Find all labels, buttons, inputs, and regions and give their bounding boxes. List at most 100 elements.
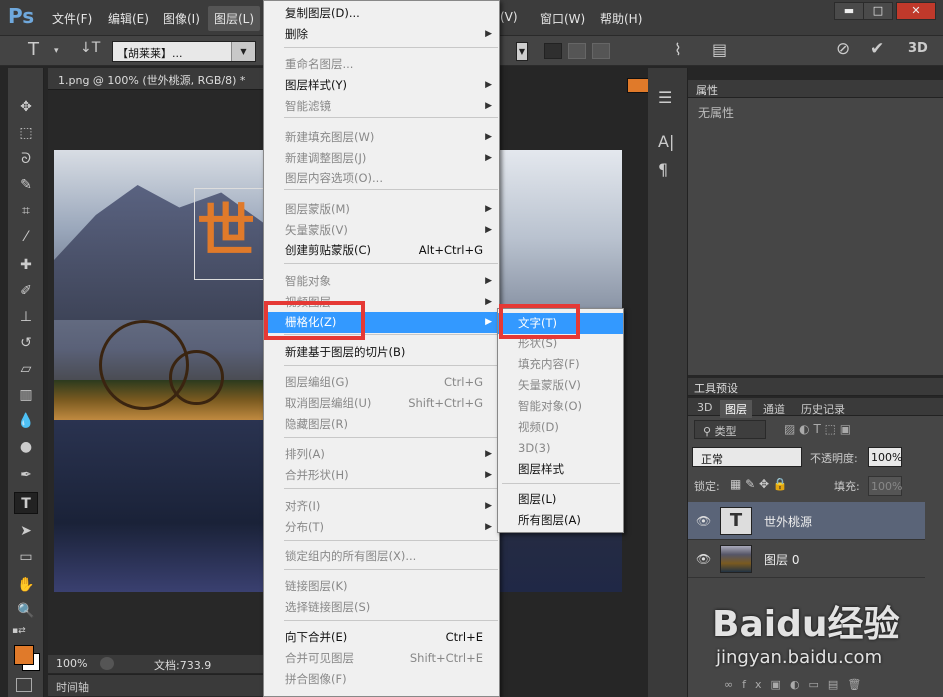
rectangle-tool-icon[interactable]: ▭ bbox=[14, 546, 38, 568]
share-icon[interactable] bbox=[100, 657, 114, 670]
marquee-tool-icon[interactable]: ⬚ bbox=[14, 122, 38, 144]
fill-field[interactable]: 100% bbox=[868, 476, 902, 496]
layer-menu-item[interactable]: 删除 ▶ bbox=[264, 24, 499, 45]
horizontal-type-tool-icon[interactable]: T bbox=[14, 492, 38, 514]
layer-row-text[interactable]: 👁 T 世外桃源 bbox=[688, 502, 925, 540]
panel-dock-strip: ☰ A| ¶ bbox=[648, 68, 688, 697]
dodge-tool-icon[interactable]: ● bbox=[14, 436, 38, 458]
menu-help[interactable]: 帮助(H) bbox=[600, 10, 642, 27]
tab-channels[interactable]: 通道 bbox=[758, 400, 790, 418]
crop-tool-icon[interactable]: ⌗ bbox=[14, 200, 38, 222]
type-tool-icon[interactable]: T bbox=[28, 39, 39, 60]
font-family-select[interactable]: 【胡莱莱】... ▼ bbox=[112, 41, 256, 62]
path-selection-icon[interactable]: ➤ bbox=[14, 520, 38, 542]
blend-mode-select[interactable]: 正常 bbox=[692, 447, 802, 467]
default-colors-icon[interactable]: ▪⇄ bbox=[12, 626, 26, 636]
highlight-text bbox=[499, 304, 580, 339]
layer-footer-icons[interactable]: ∞fx▣◐▭▤🗑 bbox=[724, 678, 870, 691]
filter-icons[interactable]: ▨ ◐ T ⬚ ▣ bbox=[784, 422, 851, 436]
quick-mask-icon[interactable] bbox=[16, 678, 32, 692]
gradient-tool-icon[interactable]: ▥ bbox=[14, 384, 38, 406]
foreground-color-swatch[interactable] bbox=[14, 645, 34, 665]
menu-item-label: 删除 bbox=[285, 27, 308, 41]
layer-menu-item: 图层内容选项(O)... bbox=[264, 168, 499, 189]
tab-layers[interactable]: 图层 bbox=[720, 400, 752, 418]
document-tab[interactable]: 1.png @ 100% (世外桃源, RGB/8) * bbox=[48, 68, 263, 90]
history-brush-icon[interactable]: ↺ bbox=[14, 332, 38, 354]
submenu-arrow-icon: ▶ bbox=[485, 29, 492, 39]
layer-menu-item[interactable]: 向下合并(E) Ctrl+E bbox=[264, 627, 499, 648]
menu-file[interactable]: 文件(F) bbox=[52, 10, 92, 27]
zoom-tool-icon[interactable]: 🔍 bbox=[14, 600, 38, 622]
lasso-tool-icon[interactable]: ᘐ bbox=[14, 148, 38, 170]
align-right-button[interactable] bbox=[592, 43, 610, 59]
maximize-button[interactable]: □ bbox=[863, 2, 893, 20]
zoom-level[interactable]: 100% bbox=[56, 657, 87, 670]
align-center-button[interactable] bbox=[568, 43, 586, 59]
opacity-label: 不透明度: bbox=[810, 452, 858, 465]
lock-icons[interactable]: ▦ ✎ ✥ 🔒 bbox=[730, 477, 788, 491]
minimize-button[interactable]: ▬ bbox=[834, 2, 864, 20]
menu-separator bbox=[284, 569, 498, 570]
align-left-button[interactable] bbox=[544, 43, 562, 59]
preset-dropdown-icon[interactable]: ▾ bbox=[54, 46, 59, 56]
highlight-rasterize bbox=[264, 301, 365, 340]
pen-tool-icon[interactable]: ✒ bbox=[14, 464, 38, 486]
healing-brush-icon[interactable]: ✚ bbox=[14, 254, 38, 276]
tab-history[interactable]: 历史记录 bbox=[796, 400, 850, 418]
menu-item-label: 创建剪贴蒙版(C) bbox=[285, 243, 372, 257]
document-canvas[interactable]: 世 bbox=[54, 150, 263, 592]
tab-3d[interactable]: 3D bbox=[692, 400, 717, 415]
blur-tool-icon[interactable]: 💧 bbox=[14, 410, 38, 432]
watermark-url: jingyan.baidu.com bbox=[716, 647, 883, 668]
layer-menu-item[interactable]: 图层样式(Y) ▶ bbox=[264, 75, 499, 96]
layer-menu-item[interactable]: 复制图层(D)... bbox=[264, 3, 499, 24]
eye-icon[interactable]: 👁 bbox=[696, 514, 711, 528]
brush-tool-icon[interactable]: ✐ bbox=[14, 280, 38, 302]
quick-select-tool-icon[interactable]: ✎ bbox=[14, 174, 38, 196]
move-tool-icon[interactable]: ✥ bbox=[14, 96, 38, 118]
layer-menu-item[interactable]: 创建剪贴蒙版(C) Alt+Ctrl+G bbox=[264, 240, 499, 261]
opacity-field[interactable]: 100% bbox=[868, 447, 902, 467]
properties-panel: 属性 无属性 bbox=[688, 80, 943, 375]
rasterize-submenu-item: 视频(D) bbox=[518, 420, 559, 434]
rasterize-submenu-item[interactable]: 图层样式 bbox=[498, 459, 623, 480]
layer-filter-select[interactable]: ⚲ 类型 bbox=[694, 420, 766, 439]
warp-text-icon[interactable]: ⌇ bbox=[674, 40, 682, 59]
menu-edit[interactable]: 编辑(E) bbox=[108, 10, 149, 27]
clone-stamp-icon[interactable]: ⊥ bbox=[14, 306, 38, 328]
properties-tab[interactable]: 属性 bbox=[688, 80, 943, 98]
menu-separator bbox=[284, 117, 498, 118]
character-panel-icon[interactable]: ▤ bbox=[712, 40, 727, 59]
menu-layer[interactable]: 图层(L) bbox=[208, 6, 261, 31]
eyedropper-tool-icon[interactable]: ⁄ bbox=[14, 226, 38, 248]
close-button[interactable]: ✕ bbox=[896, 2, 936, 20]
commit-checkmark-icon[interactable]: ✔ bbox=[870, 39, 884, 59]
properties-empty-text: 无属性 bbox=[698, 106, 735, 120]
menu-item-label: 选择链接图层(S) bbox=[285, 600, 371, 614]
menu-separator bbox=[284, 263, 498, 264]
menu-window[interactable]: 窗口(W) bbox=[540, 10, 585, 27]
history-panel-icon[interactable]: ☰ bbox=[658, 88, 672, 107]
tool-presets-tab[interactable]: 工具预设 bbox=[688, 378, 943, 396]
text-orientation-icon[interactable]: ↓T bbox=[80, 40, 100, 56]
rasterize-submenu-item[interactable]: 所有图层(A) bbox=[498, 510, 623, 531]
hand-tool-icon[interactable]: ✋ bbox=[14, 574, 38, 596]
character-icon[interactable]: A| bbox=[658, 132, 674, 151]
menu-item-label: 对齐(I) bbox=[285, 499, 321, 513]
menu-item-label: 重命名图层... bbox=[285, 57, 354, 71]
eye-icon[interactable]: 👁 bbox=[696, 552, 711, 566]
timeline-tab[interactable]: 时间轴 bbox=[48, 674, 263, 696]
cancel-icon[interactable]: ⊘ bbox=[836, 39, 850, 59]
eraser-tool-icon[interactable]: ▱ bbox=[14, 358, 38, 380]
layer-row-image[interactable]: 👁 图层 0 bbox=[688, 540, 925, 578]
aa-method-dropdown[interactable]: ▼ bbox=[516, 42, 528, 61]
layer-menu-item[interactable]: 新建基于图层的切片(B) bbox=[264, 342, 499, 363]
menu-item-label: 新建填充图层(W) bbox=[285, 130, 375, 144]
menu-item-label: 向下合并(E) bbox=[285, 630, 348, 644]
paragraph-icon[interactable]: ¶ bbox=[658, 160, 668, 179]
menu-image[interactable]: 图像(I) bbox=[163, 10, 200, 27]
3d-icon[interactable]: 3D bbox=[908, 41, 928, 56]
menu-view[interactable]: (V) bbox=[500, 10, 518, 24]
rasterize-submenu-item[interactable]: 图层(L) bbox=[498, 489, 623, 510]
